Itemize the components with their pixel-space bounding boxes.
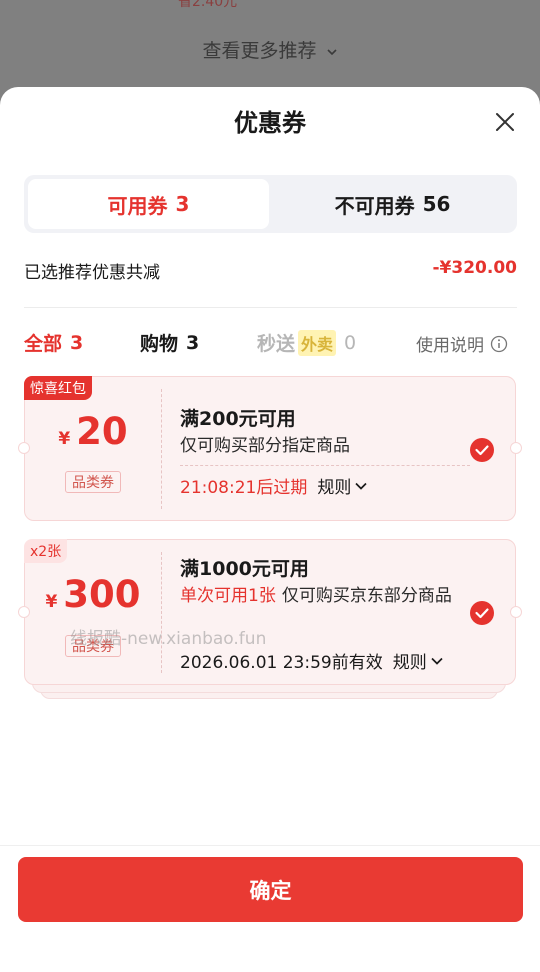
chevron-down-icon — [326, 48, 337, 55]
card-inner-divider — [180, 465, 470, 466]
rules-label: 规则 — [392, 653, 427, 673]
rules-toggle[interactable]: 规则 — [393, 648, 444, 673]
sheet-title: 优惠券 — [234, 109, 306, 137]
tab-available-count: 3 — [175, 192, 190, 216]
chevron-down-icon — [355, 482, 367, 490]
discount-summary-value: -¥320.00 — [432, 258, 518, 278]
close-icon[interactable] — [490, 107, 520, 137]
tab-unavailable-label: 不可用券 — [334, 193, 415, 218]
coupon-expiry: 2026.06.01 23:59前有效 规则 — [180, 648, 444, 673]
filter-shopping[interactable]: 购物 3 — [140, 329, 199, 356]
info-icon — [490, 335, 508, 352]
coupon-category-tag: 品类券 — [65, 471, 121, 493]
filter-all-label: 全部 — [24, 333, 63, 355]
card-separator — [161, 552, 162, 673]
filter-fast-tag: 外卖 — [298, 329, 337, 356]
coupon-expiry-text: 2026.06.01 23:59前有效 — [180, 653, 383, 673]
coupon-availability-tabs: 可用券 3 不可用券 56 — [24, 175, 517, 233]
currency-symbol: ¥ — [58, 429, 71, 449]
confirm-button[interactable]: 确定 — [18, 857, 523, 922]
tab-available-label: 可用券 — [107, 193, 168, 218]
filter-fast-label: 秒送 — [257, 333, 296, 355]
card-notch-right — [510, 606, 522, 618]
rules-toggle[interactable]: 规则 — [317, 473, 368, 498]
coupon-expiry-text: 21:08:21后过期 — [180, 478, 308, 498]
tab-unavailable-count: 56 — [422, 192, 451, 216]
card-notch-left — [18, 442, 30, 454]
coupon-condition: 满200元可用 — [180, 408, 296, 430]
divider — [24, 307, 517, 308]
filter-fast-delivery[interactable]: 秒送 外卖 0 — [257, 329, 356, 356]
coupon-quantity-badge: x2张 — [24, 539, 68, 563]
filter-shopping-count: 3 — [186, 331, 200, 354]
chevron-down-icon — [431, 657, 443, 665]
tab-available[interactable]: 可用券 3 — [28, 179, 269, 229]
filter-shopping-label: 购物 — [140, 333, 179, 355]
tab-unavailable[interactable]: 不可用券 56 — [272, 179, 513, 229]
coupon-amount: ¥ 300 — [25, 573, 161, 616]
see-more-recommendations-link[interactable]: 查看更多推荐 — [0, 36, 540, 63]
card-separator — [161, 389, 162, 509]
coupon-sheet: 优惠券 可用券 3 不可用券 56 已选推荐优惠共减 -¥320.00 全部 3… — [0, 87, 540, 972]
coupon-amount-value: 300 — [63, 573, 141, 616]
coupon-amount-value: 20 — [76, 410, 128, 453]
coupon-card[interactable]: x2张 ¥ 300 品类券 满1000元可用 单次可用1张 仅可购买京东部分商品 … — [18, 539, 522, 685]
card-notch-right — [510, 442, 522, 454]
coupon-description: 仅可购买京东部分商品 — [281, 586, 452, 606]
coupon-usage-limit: 单次可用1张 — [180, 586, 276, 606]
usage-instructions-link[interactable]: 使用说明 — [416, 331, 508, 356]
coupon-amount: ¥ 20 — [25, 410, 161, 453]
see-more-label: 查看更多推荐 — [202, 40, 317, 62]
filter-all[interactable]: 全部 3 — [24, 329, 83, 356]
currency-symbol: ¥ — [45, 592, 58, 612]
coupon-description: 仅可购买部分指定商品 — [180, 436, 350, 456]
backdrop-price-text: 省2.40元 — [178, 0, 238, 10]
card-notch-left — [18, 606, 30, 618]
selected-check-icon[interactable] — [469, 437, 495, 463]
coupon-condition: 满1000元可用 — [180, 558, 309, 580]
coupon-description-block: 单次可用1张 仅可购买京东部分商品 — [180, 584, 470, 609]
usage-instructions-label: 使用说明 — [416, 336, 484, 356]
rules-label: 规则 — [317, 478, 352, 498]
coupon-expiry: 21:08:21后过期 规则 — [180, 473, 368, 498]
filter-fast-count: 0 — [344, 331, 357, 354]
coupon-badge: 惊喜红包 — [24, 376, 92, 400]
watermark-text: 线报酷-new.xianbao.fun — [70, 629, 267, 649]
coupon-card[interactable]: 惊喜红包 ¥ 20 品类券 满200元可用 仅可购买部分指定商品 21:08:2… — [18, 376, 522, 521]
filter-all-count: 3 — [70, 331, 84, 354]
bottom-action-bar: 确定 — [0, 845, 540, 972]
selected-check-icon[interactable] — [469, 600, 495, 626]
discount-summary-label: 已选推荐优惠共减 — [24, 263, 160, 283]
